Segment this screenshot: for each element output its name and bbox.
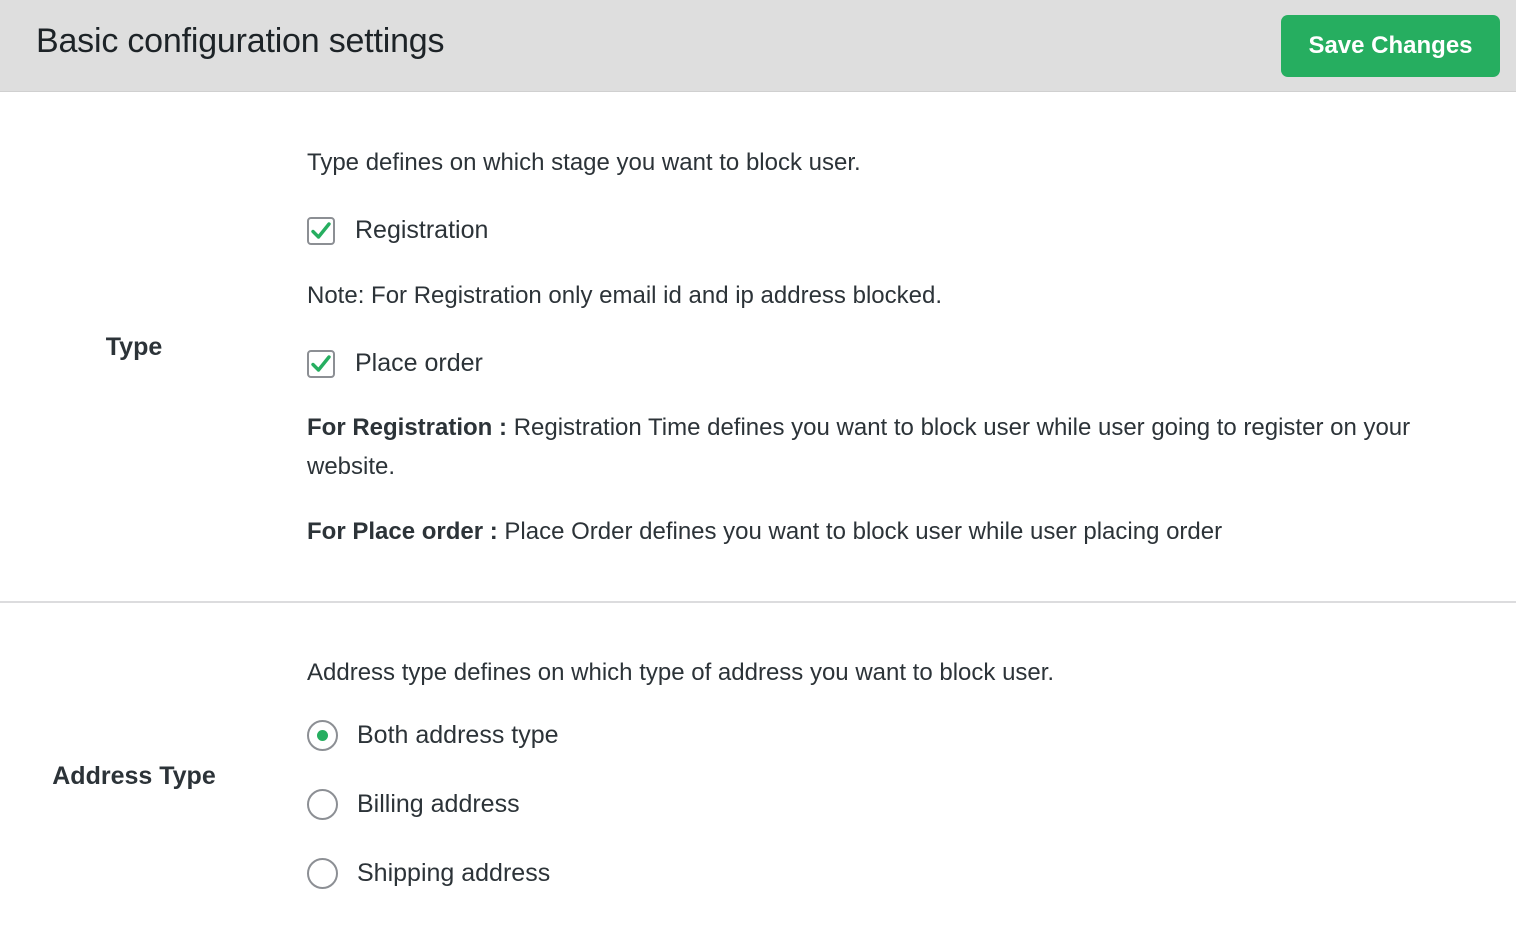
billing-address-radio-row[interactable]: Billing address <box>307 789 520 820</box>
address-type-label: Address Type <box>52 762 216 790</box>
shipping-address-radio[interactable] <box>307 858 338 889</box>
both-address-label: Both address type <box>357 721 559 749</box>
registration-checkbox-row[interactable]: Registration <box>307 216 488 245</box>
place-order-help: For Place order : Place Order defines yo… <box>307 512 1477 551</box>
both-address-radio[interactable] <box>307 720 338 751</box>
registration-checkbox[interactable] <box>307 216 335 245</box>
place-order-help-text: Place Order defines you want to block us… <box>504 518 1223 545</box>
place-order-help-title: For Place order : <box>307 518 498 545</box>
radio-selected-dot <box>317 730 328 741</box>
registration-label: Registration <box>355 216 489 244</box>
registration-help: For Registration : Registration Time def… <box>307 408 1477 486</box>
save-changes-button[interactable]: Save Changes <box>1281 15 1500 77</box>
billing-address-label: Billing address <box>357 790 520 818</box>
type-description: Type defines on which stage you want to … <box>307 149 861 176</box>
place-order-label: Place order <box>355 349 483 377</box>
checkmark-icon <box>311 221 331 239</box>
type-label: Type <box>105 333 163 361</box>
address-type-description: Address type defines on which type of ad… <box>307 659 1055 686</box>
page-title: Basic configuration settings <box>36 22 445 60</box>
place-order-checkbox-row[interactable]: Place order <box>307 349 483 378</box>
registration-help-title: For Registration : <box>307 414 508 441</box>
shipping-address-label: Shipping address <box>357 859 551 887</box>
settings-header: Basic configuration settings Save Change… <box>0 0 1516 92</box>
billing-address-radio[interactable] <box>307 789 338 820</box>
section-divider <box>0 601 1516 603</box>
checkmark-icon <box>311 354 331 372</box>
both-address-radio-row[interactable]: Both address type <box>307 720 559 751</box>
shipping-address-radio-row[interactable]: Shipping address <box>307 858 550 889</box>
place-order-checkbox[interactable] <box>307 349 335 378</box>
registration-note: Note: For Registration only email id and… <box>307 282 942 309</box>
